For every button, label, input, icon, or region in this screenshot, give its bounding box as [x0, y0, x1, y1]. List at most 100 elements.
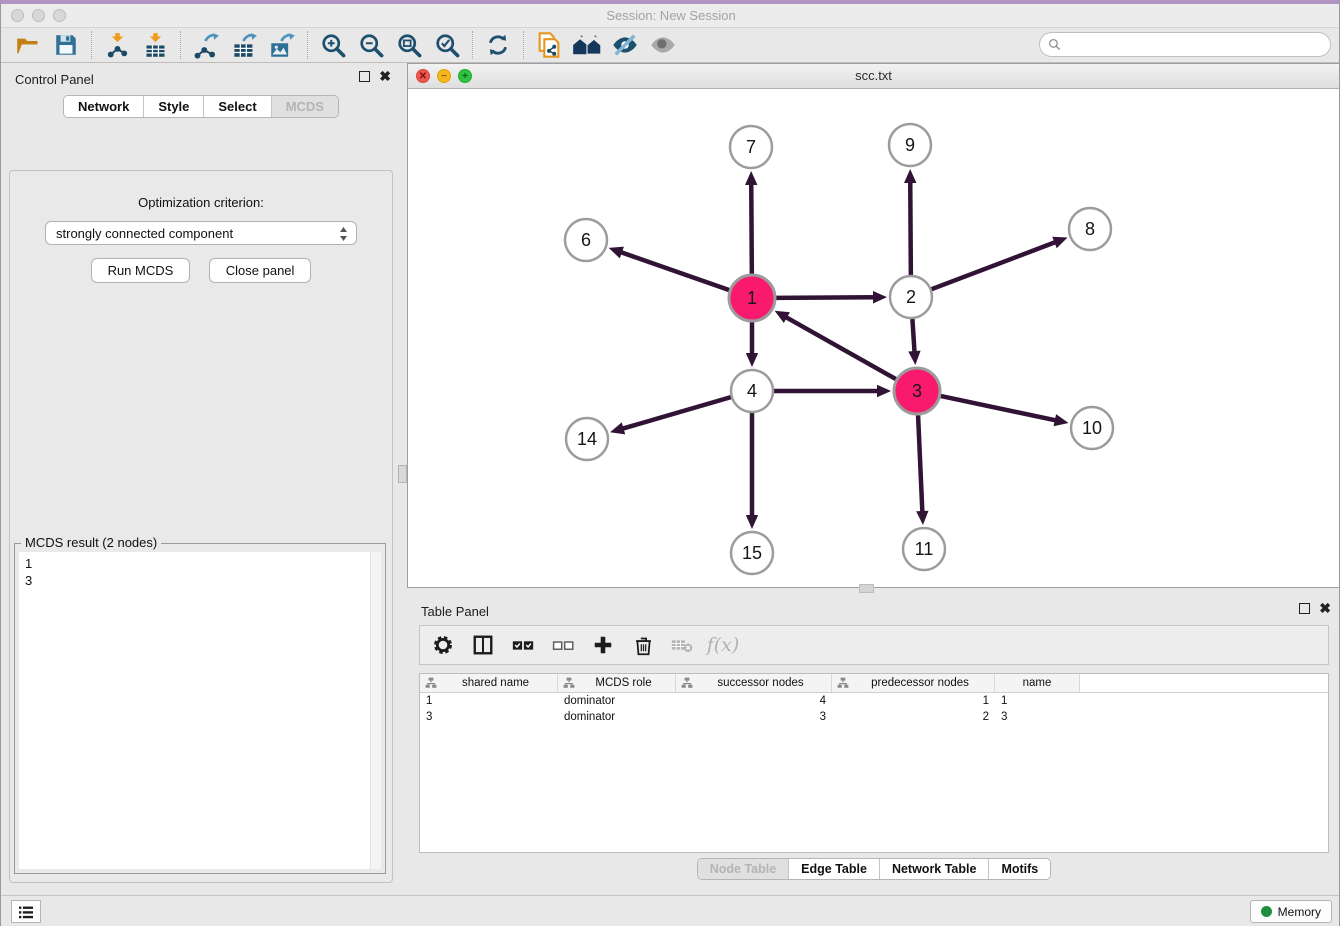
- add-column-button[interactable]: [590, 632, 616, 658]
- float-table-panel-icon[interactable]: [1299, 603, 1310, 614]
- graph-edge-2-8[interactable]: [932, 242, 1057, 289]
- table-cell[interactable]: 2: [832, 709, 995, 725]
- close-panel-icon[interactable]: ✖: [379, 71, 391, 82]
- criterion-dropdown[interactable]: strongly connected component: [45, 221, 357, 245]
- plus-icon: [592, 634, 614, 656]
- table-cell[interactable]: dominator: [558, 709, 676, 725]
- table-cell[interactable]: dominator: [558, 693, 676, 709]
- graph-edge-arrowhead: [908, 351, 920, 365]
- graph-edge-1-2[interactable]: [776, 297, 875, 298]
- run-mcds-button[interactable]: Run MCDS: [91, 258, 191, 283]
- column-hierarchy-icon: [681, 677, 693, 689]
- task-history-button[interactable]: [11, 900, 41, 923]
- deselect-all-columns-button[interactable]: [550, 632, 576, 658]
- export-image-button[interactable]: [263, 29, 301, 61]
- zoom-in-button[interactable]: [314, 29, 352, 61]
- search-input[interactable]: [1066, 38, 1322, 52]
- node-table[interactable]: shared name MCDS rolesuccessor nodesprede…: [419, 673, 1329, 853]
- table-panel-tabs: Node TableEdge TableNetwork TableMotifs: [697, 858, 1052, 880]
- select-all-columns-button[interactable]: [510, 632, 536, 658]
- graph-edge-2-3[interactable]: [912, 319, 914, 353]
- table-options-button[interactable]: [430, 632, 456, 658]
- table-row[interactable]: 1dominator411: [420, 693, 1328, 709]
- graph-edge-1-7[interactable]: [751, 183, 752, 274]
- memory-button[interactable]: Memory: [1250, 900, 1332, 923]
- column-header-name[interactable]: name: [995, 674, 1080, 692]
- show-column-button[interactable]: [470, 632, 496, 658]
- graph-edge-2-9[interactable]: [910, 181, 911, 275]
- export-table-icon: [231, 32, 258, 59]
- column-label: shared name: [437, 677, 554, 689]
- gear-icon: [432, 634, 454, 656]
- graph-edge-3-11[interactable]: [918, 415, 922, 513]
- graph-edge-1-6[interactable]: [620, 252, 729, 290]
- graph-node-label: 2: [906, 287, 916, 307]
- horizontal-splitter-handle[interactable]: [859, 584, 874, 593]
- export-table-button[interactable]: [225, 29, 263, 61]
- table-panel-header: Table Panel ✖: [407, 595, 1340, 623]
- table-cell[interactable]: 1: [995, 693, 1080, 709]
- zoom-out-button[interactable]: [352, 29, 390, 61]
- float-panel-icon[interactable]: [359, 71, 370, 82]
- table-cell[interactable]: 3: [420, 709, 558, 725]
- tab-node-table[interactable]: Node Table: [698, 859, 789, 879]
- tab-network[interactable]: Network: [64, 96, 144, 117]
- table-row[interactable]: 3dominator323: [420, 709, 1328, 725]
- export-network-button[interactable]: [187, 29, 225, 61]
- table-cell[interactable]: 3: [676, 709, 832, 725]
- first-neighbors-icon: [535, 31, 563, 59]
- checked-boxes-icon: [511, 633, 535, 657]
- zoom-selected-button[interactable]: [428, 29, 466, 61]
- hide-graphics-details-button[interactable]: [606, 29, 644, 61]
- search-field[interactable]: [1039, 32, 1331, 57]
- memory-status-icon: [1261, 906, 1272, 917]
- tab-style[interactable]: Style: [144, 96, 204, 117]
- column-hierarchy-icon: [563, 677, 575, 689]
- column-header-shared-name[interactable]: shared name: [420, 674, 558, 692]
- save-session-button[interactable]: [47, 29, 85, 61]
- network-canvas[interactable]: 7968124314101511: [408, 89, 1339, 587]
- graph-edge-3-10[interactable]: [940, 396, 1056, 421]
- graph-edge-4-14[interactable]: [622, 397, 731, 429]
- first-neighbors-button[interactable]: [530, 29, 568, 61]
- import-network-button[interactable]: [98, 29, 136, 61]
- graph-node-label: 3: [912, 381, 922, 401]
- graph-node-label: 8: [1085, 219, 1095, 239]
- table-cell[interactable]: 1: [832, 693, 995, 709]
- save-icon: [53, 32, 79, 58]
- network-window-titlebar[interactable]: ✕ − + scc.txt: [408, 64, 1339, 89]
- table-cell[interactable]: 3: [995, 709, 1080, 725]
- tab-select[interactable]: Select: [204, 96, 271, 117]
- column-header-successor-nodes[interactable]: successor nodes: [676, 674, 832, 692]
- mcds-result-text[interactable]: 13: [19, 552, 381, 869]
- delete-column-button[interactable]: [630, 632, 656, 658]
- tab-edge-table[interactable]: Edge Table: [789, 859, 880, 879]
- tab-motifs[interactable]: Motifs: [989, 859, 1050, 879]
- vertical-splitter-handle[interactable]: [398, 465, 407, 483]
- close-panel-button[interactable]: Close panel: [209, 258, 312, 283]
- result-scrollbar[interactable]: [370, 552, 381, 869]
- delete-table-button[interactable]: [670, 632, 696, 658]
- table-cell[interactable]: 1: [420, 693, 558, 709]
- control-panel: Control Panel ✖ NetworkStyleSelectMCDS O…: [1, 63, 401, 895]
- zoom-fit-button[interactable]: [390, 29, 428, 61]
- import-table-button[interactable]: [136, 29, 174, 61]
- graph-edge-arrowhead: [904, 169, 916, 183]
- network-view-window: ✕ − + scc.txt 7968124314101511: [407, 63, 1340, 588]
- refresh-button[interactable]: [479, 29, 517, 61]
- close-table-panel-icon[interactable]: ✖: [1319, 603, 1331, 614]
- function-builder-button[interactable]: f(x): [710, 632, 736, 658]
- zoom-out-icon: [358, 32, 385, 59]
- column-header-predecessor-nodes[interactable]: predecessor nodes: [832, 674, 995, 692]
- column-header-mcds-role[interactable]: MCDS role: [558, 674, 676, 692]
- graph-node-label: 1: [747, 288, 757, 308]
- graph-edge-arrowhead: [1052, 237, 1067, 249]
- home-button[interactable]: [568, 29, 606, 61]
- table-cell[interactable]: 4: [676, 693, 832, 709]
- graph-edge-3-1[interactable]: [785, 317, 896, 380]
- tab-network-table[interactable]: Network Table: [880, 859, 990, 879]
- tab-mcds[interactable]: MCDS: [272, 96, 338, 117]
- mcds-panel: Optimization criterion: strongly connect…: [9, 170, 393, 883]
- show-graphics-details-button[interactable]: [644, 29, 682, 61]
- open-session-button[interactable]: [9, 29, 47, 61]
